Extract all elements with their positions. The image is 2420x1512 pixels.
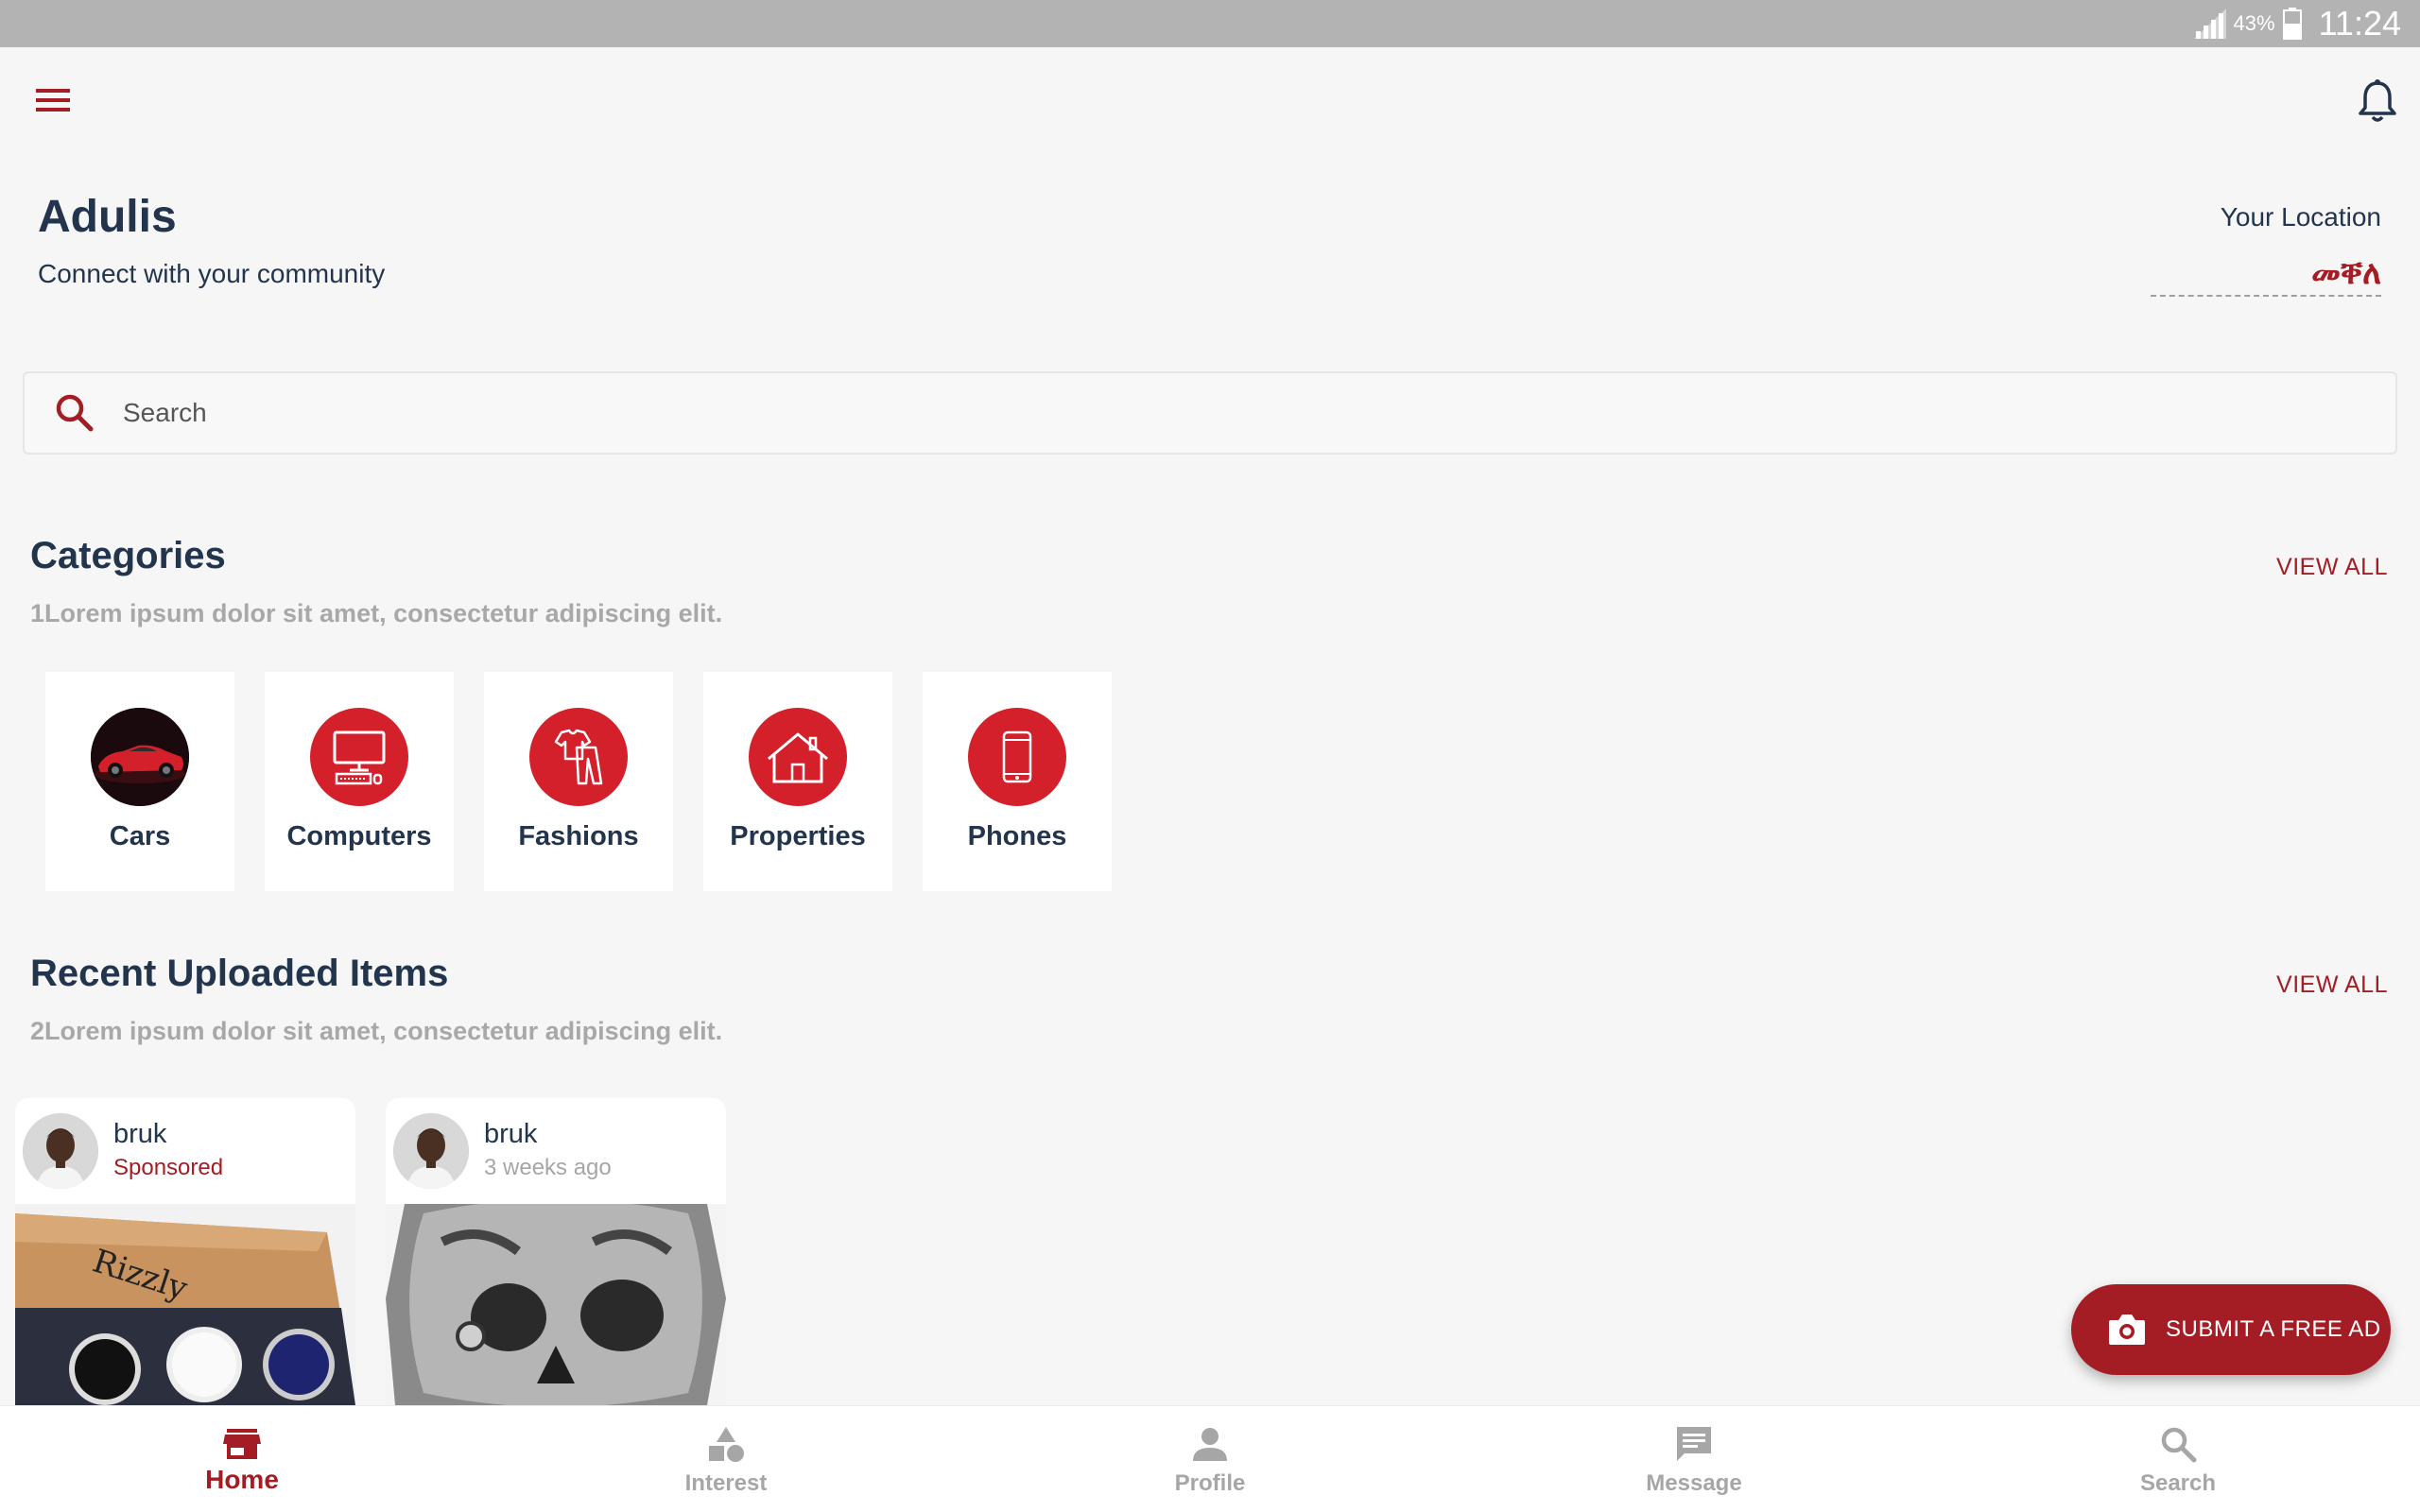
bell-icon bbox=[2359, 79, 2396, 122]
nav-label: Interest bbox=[684, 1470, 768, 1496]
nav-message[interactable]: Message bbox=[1452, 1406, 1936, 1512]
item-timestamp: 3 weeks ago bbox=[484, 1155, 612, 1180]
category-phones[interactable]: Phones bbox=[923, 672, 1112, 891]
item-username[interactable]: bruk bbox=[113, 1119, 166, 1150]
avatar[interactable] bbox=[23, 1113, 98, 1189]
search-input[interactable] bbox=[123, 398, 2297, 428]
status-bar: 43% 11:24 bbox=[0, 0, 2420, 47]
app-subtitle: Connect with your community bbox=[38, 259, 386, 288]
recent-items-title: Recent Uploaded Items bbox=[30, 953, 449, 994]
location-label: Your Location bbox=[2220, 202, 2381, 232]
recent-items-view-all-button[interactable]: VIEW ALL bbox=[2276, 971, 2388, 999]
battery-icon bbox=[2282, 8, 2302, 40]
signal-icon bbox=[2193, 9, 2226, 39]
categories-title: Categories bbox=[30, 535, 226, 576]
nav-interest[interactable]: Interest bbox=[484, 1406, 968, 1512]
nav-profile[interactable]: Profile bbox=[968, 1406, 1452, 1512]
category-properties[interactable]: Properties bbox=[703, 672, 892, 891]
shapes-icon bbox=[709, 1427, 744, 1462]
app-title: Adulis bbox=[38, 192, 177, 242]
watches-box-photo[interactable]: Rizzly bbox=[15, 1204, 355, 1405]
phone-icon bbox=[968, 708, 1066, 806]
category-label: Computers bbox=[286, 821, 432, 851]
nav-label: Home bbox=[205, 1465, 279, 1494]
recent-items-description: 2Lorem ipsum dolor sit amet, consectetur… bbox=[30, 1017, 723, 1045]
categories-description: 1Lorem ipsum dolor sit amet, consectetur… bbox=[30, 599, 723, 627]
nav-label: Search bbox=[2139, 1470, 2217, 1496]
submit-free-ad-button[interactable]: SUBMIT A FREE AD bbox=[2071, 1284, 2391, 1375]
house-icon bbox=[749, 708, 847, 806]
location-selector[interactable]: መቐለ bbox=[2151, 255, 2381, 297]
item-card[interactable]: bruk 3 weeks ago bbox=[386, 1098, 726, 1405]
battery-percent: 43% bbox=[2233, 11, 2275, 35]
item-username[interactable]: bruk bbox=[484, 1119, 537, 1150]
computer-icon bbox=[310, 708, 408, 806]
search-bar[interactable] bbox=[23, 371, 2397, 455]
category-label: Properties bbox=[730, 821, 866, 851]
nav-home[interactable]: Home bbox=[0, 1406, 484, 1512]
bottom-navigation: Home Interest Profile Message Search bbox=[0, 1405, 2420, 1512]
person-icon bbox=[1193, 1428, 1227, 1461]
search-icon bbox=[56, 394, 94, 432]
nav-label: Profile bbox=[1174, 1470, 1246, 1496]
category-label: Phones bbox=[967, 821, 1067, 851]
clock: 11:24 bbox=[2318, 4, 2401, 43]
clothing-icon bbox=[529, 708, 628, 806]
car-photo-icon bbox=[91, 708, 189, 806]
sponsored-badge: Sponsored bbox=[113, 1155, 224, 1180]
nav-search[interactable]: Search bbox=[1936, 1406, 2420, 1512]
category-label: Fashions bbox=[518, 821, 639, 851]
menu-button[interactable] bbox=[32, 83, 74, 117]
hamburger-menu-icon bbox=[36, 89, 70, 112]
chat-icon bbox=[1677, 1427, 1711, 1461]
item-card[interactable]: bruk Sponsored Rizzly bbox=[15, 1098, 355, 1405]
category-label: Cars bbox=[109, 821, 171, 851]
category-cars[interactable]: Cars bbox=[45, 672, 234, 891]
search-icon bbox=[2161, 1427, 2197, 1463]
camera-icon bbox=[2109, 1314, 2145, 1345]
category-fashions[interactable]: Fashions bbox=[484, 672, 673, 891]
skull-ring-photo[interactable] bbox=[386, 1204, 726, 1405]
nav-label: Message bbox=[1646, 1470, 1742, 1496]
notifications-button[interactable] bbox=[2356, 77, 2399, 125]
store-icon bbox=[223, 1429, 261, 1459]
category-computers[interactable]: Computers bbox=[265, 672, 454, 891]
submit-free-ad-label: SUBMIT A FREE AD bbox=[2166, 1316, 2381, 1342]
status-bar-right: 43% 11:24 bbox=[2193, 0, 2401, 47]
avatar[interactable] bbox=[393, 1113, 469, 1189]
categories-view-all-button[interactable]: VIEW ALL bbox=[2276, 554, 2388, 581]
